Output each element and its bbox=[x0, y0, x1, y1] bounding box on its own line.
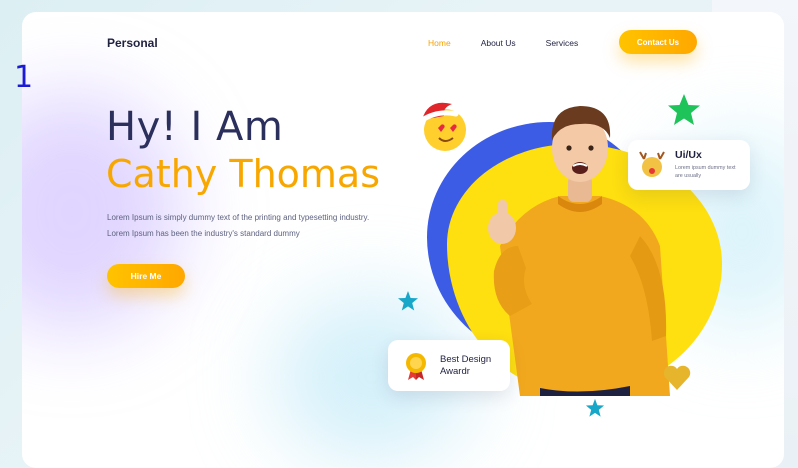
hero-greeting: Hy! I Am bbox=[106, 104, 284, 150]
blue-star-icon bbox=[398, 291, 418, 311]
nav-services[interactable]: Services bbox=[546, 38, 579, 48]
hero-description: Lorem Ipsum is simply dummy text of the … bbox=[107, 210, 427, 242]
landing-page-card: Personal Home About Us Services Contact … bbox=[22, 12, 784, 468]
green-star-icon bbox=[668, 94, 700, 125]
gold-heart-icon bbox=[663, 365, 691, 390]
main-nav: Home About Us Services bbox=[428, 38, 578, 48]
uiux-badge-subtitle: Lorem ipsum dummy text are usually bbox=[675, 165, 736, 179]
award-badge-title: Best Design Awardr bbox=[440, 354, 492, 377]
hero-name: Cathy Thomas bbox=[106, 152, 381, 196]
nav-about-us[interactable]: About Us bbox=[481, 38, 516, 48]
hero-description-line: Lorem Ipsum is simply dummy text of the … bbox=[107, 213, 370, 222]
reindeer-icon bbox=[639, 151, 665, 177]
hire-me-button[interactable]: Hire Me bbox=[107, 264, 185, 288]
brand-logo[interactable]: Personal bbox=[107, 36, 158, 50]
blue-star-icon bbox=[585, 398, 605, 417]
award-badge-card: Best Design Awardr bbox=[388, 340, 510, 391]
contact-us-button[interactable]: Contact Us bbox=[619, 30, 697, 54]
uiux-badge-title: Ui/Ux bbox=[675, 149, 702, 161]
nav-home[interactable]: Home bbox=[428, 38, 451, 48]
hero-description-line: Lorem Ipsum has been the industry's stan… bbox=[107, 229, 300, 238]
award-medal-icon bbox=[406, 353, 426, 380]
santa-hat-heart-eyes-emoji-icon bbox=[416, 102, 466, 151]
page-marker: 1 bbox=[14, 60, 34, 95]
uiux-badge-card: Ui/Ux Lorem ipsum dummy text are usually bbox=[628, 140, 750, 190]
